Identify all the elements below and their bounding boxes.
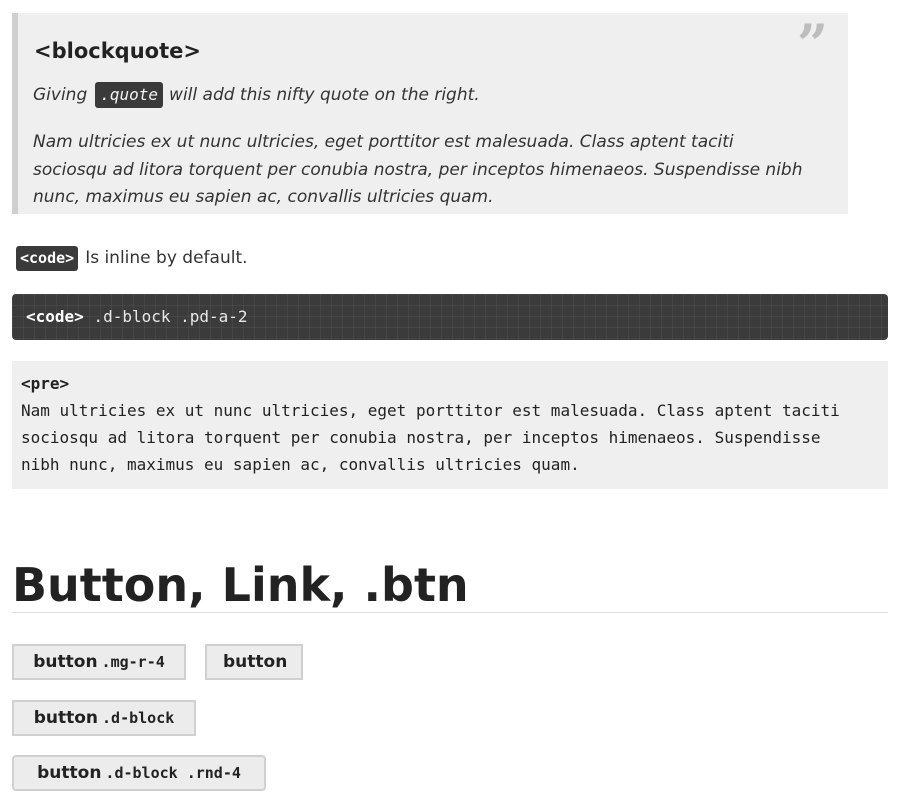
blockquote-title: <blockquote> <box>34 39 201 63</box>
pre-line: Nam ultricies ex ut nunc ultricies, eget… <box>21 401 840 420</box>
pre-block-demo: <pre> Nam ultricies ex ut nunc ultricies… <box>12 361 888 489</box>
section-heading: Button, Link, .btn <box>12 558 469 612</box>
button-label: button <box>33 708 99 728</box>
blockquote-intro-after: will add this nifty quote on the right. <box>169 85 480 105</box>
button-d-block[interactable]: button .d-block <box>12 700 196 736</box>
button-mg-r-4[interactable]: button .mg-r-4 <box>12 644 186 680</box>
button-plain[interactable]: button <box>205 644 303 680</box>
button-class-text: .d-block <box>102 709 175 727</box>
button-label: button <box>37 763 102 783</box>
quote-class-code: .quote <box>95 82 164 108</box>
blockquote-paragraph: Nam ultricies ex ut nunc ultricies, eget… <box>33 129 833 212</box>
blockquote-paragraph-line: Nam ultricies ex ut nunc ultricies, eget… <box>33 132 734 152</box>
blockquote-intro: Giving .quote will add this nifty quote on… <box>33 82 480 108</box>
code-block-tag: <code> <box>26 307 84 326</box>
button-class-text: .mg-r-4 <box>101 653 165 671</box>
code-block-demo: <code> .d-block .pd-a-2 <box>12 294 888 340</box>
code-block-classes: .d-block .pd-a-2 <box>83 307 248 326</box>
heading-divider <box>12 612 888 613</box>
pre-tag: <pre> <box>21 374 70 393</box>
pre-line: nibh nunc, maximus eu sapien ac, convall… <box>21 455 580 474</box>
pre-line: sociosqu ad litora torquent per conubia … <box>21 428 821 447</box>
page: ” <blockquote> Giving .quote will add this… <box>0 0 902 805</box>
blockquote-demo: ” <blockquote> Giving .quote will add this… <box>12 13 848 214</box>
blockquote-paragraph-line: nunc, maximus eu sapien ac, convallis ul… <box>33 187 494 207</box>
quote-mark-icon: ” <box>796 12 828 76</box>
button-class-text: .d-block .rnd-4 <box>105 764 241 782</box>
button-label: button <box>33 652 98 672</box>
inline-code-demo: <code> Is inline by default. <box>16 246 248 272</box>
code-badge: <code> <box>16 246 79 271</box>
inline-code-description: Is inline by default. <box>85 248 248 268</box>
blockquote-intro-before: Giving <box>33 85 88 105</box>
blockquote-paragraph-line: sociosqu ad litora torquent per conubia … <box>33 159 803 180</box>
button-label: button <box>223 652 288 672</box>
button-d-block-rnd-4[interactable]: button .d-block .rnd-4 <box>12 755 266 791</box>
